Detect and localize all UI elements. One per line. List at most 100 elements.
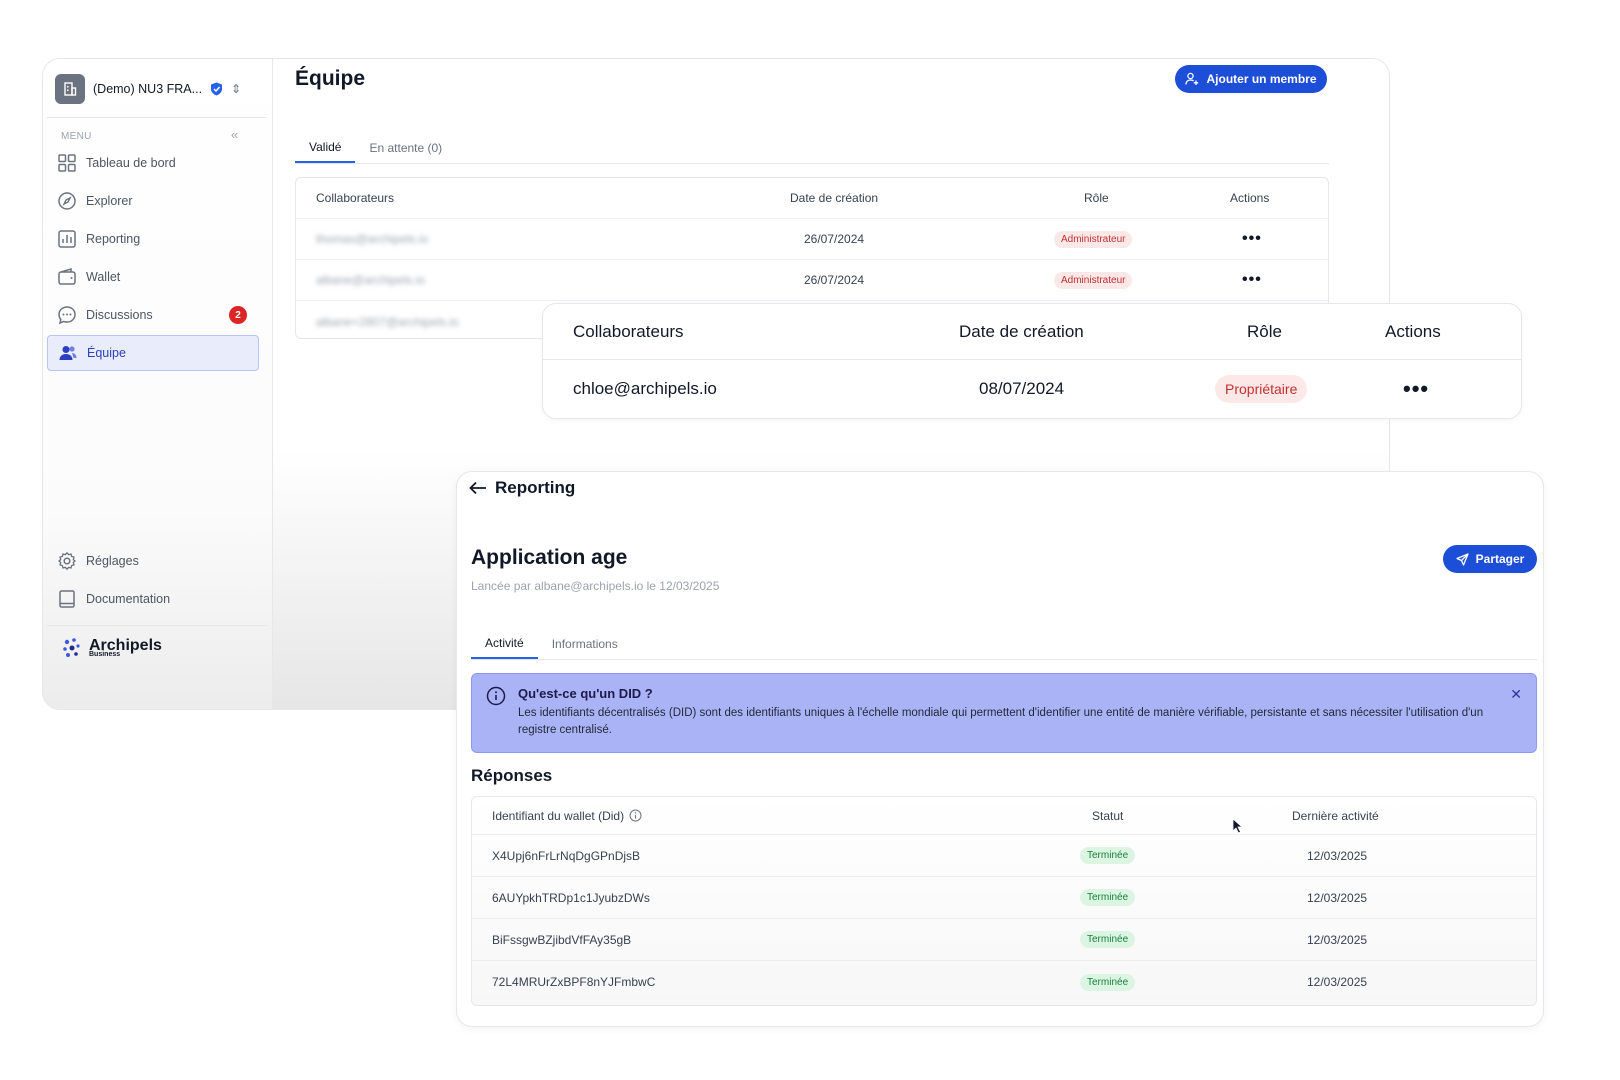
add-member-button[interactable]: Ajouter un membre (1175, 65, 1327, 93)
sidebar-item-dashboard[interactable]: Tableau de bord (47, 145, 259, 181)
tab-informations[interactable]: Informations (538, 629, 632, 659)
more-actions-icon[interactable]: ••• (1403, 360, 1429, 418)
brand-logo: Archipels Business (61, 637, 162, 659)
sidebar-item-label: Explorer (86, 194, 133, 208)
wallet-did: 72L4MRUrZxBPF8nYJFmbwC (492, 975, 656, 989)
last-activity: 12/03/2025 (1307, 932, 1368, 947)
owner-card-header: Collaborateurs Date de création Rôle Act… (543, 304, 1521, 360)
sidebar-item-documentation[interactable]: Documentation (47, 581, 259, 617)
sidebar-item-label: Wallet (86, 270, 121, 284)
last-activity: 12/03/2025 (1307, 848, 1368, 863)
menu-label: MENU (61, 131, 92, 142)
table-header: Identifiant du wallet (Did) Statut Derni… (472, 797, 1536, 835)
archipels-logo-icon (63, 638, 80, 657)
chart-icon (58, 230, 76, 248)
tab-valide[interactable]: Validé (295, 133, 356, 163)
unread-badge: 2 (229, 306, 247, 324)
tab-en-attente[interactable]: En attente (0) (355, 133, 456, 163)
creation-date: 26/07/2024 (804, 232, 865, 246)
status-badge: Terminée (1080, 931, 1136, 948)
report-title: Application age (471, 546, 628, 569)
add-member-label: Ajouter un membre (1206, 72, 1317, 86)
collapse-sidebar-icon[interactable]: « (231, 127, 238, 142)
creation-date: 26/07/2024 (804, 273, 865, 287)
reporting-panel: Reporting Application age Lancée par alb… (456, 471, 1544, 1027)
column-header: Statut (1092, 808, 1124, 823)
verified-shield-icon (211, 82, 223, 96)
role-badge: Administrateur (1054, 230, 1133, 248)
wallet-did: BiFssgwBZjibdVfFAy35gB (492, 932, 632, 947)
sidebar-item-label: Documentation (86, 592, 171, 606)
info-icon[interactable] (629, 809, 642, 822)
sidebar-item-reporting[interactable]: Reporting (47, 221, 259, 257)
sidebar-item-label: Tableau de bord (86, 156, 176, 170)
info-title: Qu'est-ce qu'un DID ? (518, 686, 653, 701)
sidebar-item-reglages[interactable]: Réglages (47, 543, 259, 579)
divider (47, 625, 267, 626)
more-actions-icon[interactable]: ••• (1242, 219, 1262, 259)
column-header: Actions (1385, 321, 1441, 341)
owner-email: chloe@archipels.io (573, 379, 717, 398)
sidebar: (Demo) NU3 FRA... ⇕ MENU « Tableau de bo… (43, 59, 273, 709)
info-text: Les identifiants décentralisés (DID) son… (518, 707, 1484, 736)
back-label: Reporting (495, 478, 576, 497)
column-header: Dernière activité (1292, 808, 1379, 823)
sidebar-item-label: Discussions (86, 308, 153, 322)
member-email: albane@archipels.io (316, 273, 425, 287)
sidebar-item-label: Reporting (86, 232, 141, 246)
table-row[interactable]: thomas@archipels.io 26/07/2024 Administr… (296, 219, 1328, 260)
tab-activite[interactable]: Activité (471, 629, 538, 659)
close-icon[interactable]: ✕ (1510, 686, 1522, 703)
org-name: (Demo) NU3 FRA... (93, 82, 203, 96)
column-header: Date de création (790, 191, 879, 205)
sidebar-item-wallet[interactable]: Wallet (47, 259, 259, 295)
column-header: Collaborateurs (316, 191, 395, 205)
team-tabs: Validé En attente (0) (295, 133, 1329, 164)
wallet-did: 6AUYpkhTRDp1c1JyubzDWs (492, 890, 650, 905)
owner-row[interactable]: chloe@archipels.io 08/07/2024 Propriétai… (543, 360, 1521, 418)
arrow-left-icon (469, 481, 486, 495)
status-badge: Terminée (1080, 847, 1136, 864)
book-icon (59, 590, 75, 608)
building-icon (55, 74, 85, 104)
share-label: Partager (1475, 552, 1525, 566)
chevron-updown-icon: ⇕ (231, 82, 242, 96)
back-link[interactable]: Reporting (469, 478, 575, 498)
sidebar-item-equipe[interactable]: Équipe (47, 335, 259, 371)
column-header: Date de création (959, 321, 1084, 341)
table-row[interactable]: X4Upj6nFrLrNqDgGPnDjsB Terminée 12/03/20… (472, 835, 1536, 877)
responses-title: Réponses (471, 766, 553, 785)
mouse-cursor-icon (1232, 818, 1244, 834)
page-title: Équipe (295, 67, 366, 90)
gear-icon (57, 551, 77, 571)
table-row[interactable]: albane@archipels.io 26/07/2024 Administr… (296, 260, 1328, 301)
sidebar-item-label: Réglages (86, 554, 139, 568)
chat-icon (58, 306, 76, 325)
dashboard-icon (58, 154, 76, 172)
report-subtitle: Lancée par albane@archipels.io le 12/03/… (471, 579, 720, 593)
more-actions-icon[interactable]: ••• (1242, 260, 1262, 300)
role-badge: Administrateur (1054, 271, 1133, 289)
responses-table: Identifiant du wallet (Did) Statut Derni… (471, 796, 1537, 1006)
column-header: Rôle (1247, 321, 1282, 341)
sidebar-item-explorer[interactable]: Explorer (47, 183, 259, 219)
did-info-banner: Qu'est-ce qu'un DID ? Les identifiants d… (471, 673, 1537, 753)
status-badge: Terminée (1080, 889, 1136, 906)
org-switcher[interactable]: (Demo) NU3 FRA... ⇕ (53, 73, 253, 105)
compass-icon (58, 192, 76, 210)
member-email: albane+2807@archipels.io (316, 314, 459, 329)
table-row[interactable]: BiFssgwBZjibdVfFAy35gB Terminée 12/03/20… (472, 919, 1536, 961)
wallet-icon (58, 267, 76, 285)
share-button[interactable]: Partager (1443, 545, 1537, 573)
divider (47, 117, 267, 118)
report-tabs: Activité Informations (471, 629, 1537, 660)
owner-role-badge: Propriétaire (1215, 375, 1308, 403)
table-row[interactable]: 72L4MRUrZxBPF8nYJFmbwC Terminée 12/03/20… (472, 961, 1536, 1003)
table-row[interactable]: 6AUYpkhTRDp1c1JyubzDWs Terminée 12/03/20… (472, 877, 1536, 919)
users-icon (59, 346, 77, 360)
owner-date: 08/07/2024 (979, 379, 1065, 398)
column-header: Identifiant du wallet (Did) (492, 808, 625, 823)
status-badge: Terminée (1080, 973, 1136, 991)
sidebar-item-label: Équipe (87, 346, 126, 360)
sidebar-item-discussions[interactable]: Discussions 2 (47, 297, 259, 333)
